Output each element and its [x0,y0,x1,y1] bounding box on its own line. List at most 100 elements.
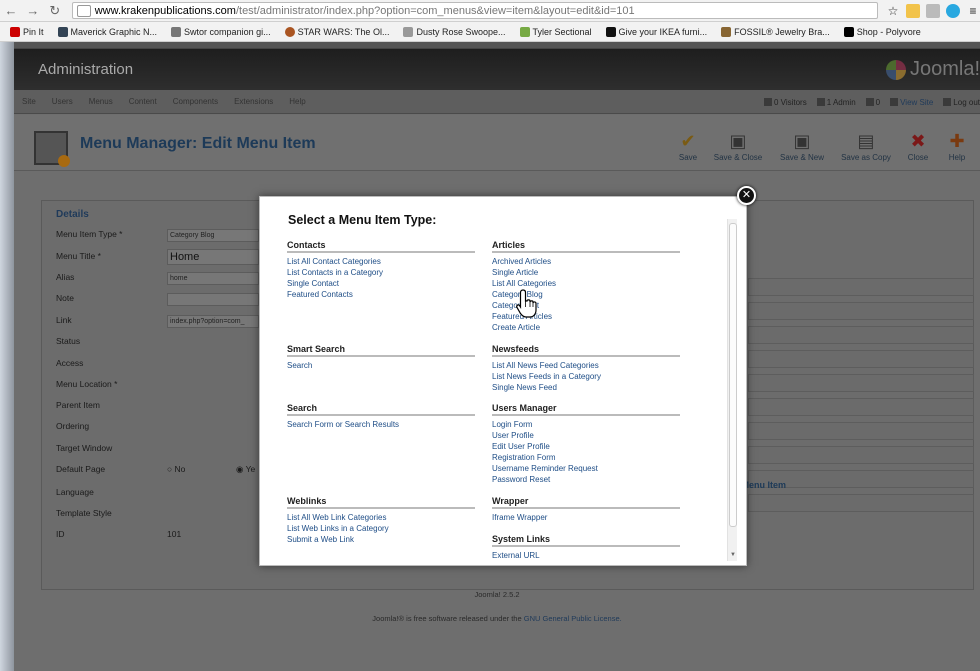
scrollbar-thumb[interactable] [729,223,737,527]
label-menu-item-type: Menu Item Type * [56,229,123,239]
view-site-link[interactable]: View Site [890,98,933,107]
forward-arrow-icon[interactable]: → [22,3,44,18]
category-newsfeeds: Newsfeeds List All News Feed Categories … [492,344,680,393]
link-list-all-contact-categories[interactable]: List All Contact Categories [287,256,475,267]
extension-icon[interactable] [926,3,941,18]
visitors-status: 0 Visitors [763,98,807,107]
right-field[interactable] [748,398,974,416]
link-password-reset[interactable]: Password Reset [492,474,680,485]
amazon-extension-icon[interactable] [906,3,921,18]
link-single-article[interactable]: Single Article [492,267,680,278]
save-close-button[interactable]: ▣ Save & Close [708,131,768,162]
link-registration-form[interactable]: Registration Form [492,452,680,463]
gpl-link[interactable]: GNU General Public License. [524,614,622,623]
link-list-all-news-feed-categories[interactable]: List All News Feed Categories [492,360,680,371]
menu-icon[interactable]: ≡ [966,4,980,18]
reload-icon[interactable]: ↻ [44,3,66,19]
link-list-all-web-link-categories[interactable]: List All Web Link Categories [287,512,475,523]
link-username-reminder-request[interactable]: Username Reminder Request [492,463,680,474]
menu-help[interactable]: Help [281,97,313,106]
bookmarks-bar: Pin It Maverick Graphic N... Swtor compa… [0,22,980,42]
menu-users[interactable]: Users [44,97,81,106]
logout-link[interactable]: Log out [943,98,980,107]
bookmark-tyler[interactable]: Tyler Sectional [519,26,592,37]
note-input[interactable] [167,293,259,306]
link-login-form[interactable]: Login Form [492,419,680,430]
bookmark-fossil[interactable]: FOSSIL® Jewelry Bra... [721,26,830,37]
category-heading: Contacts [287,240,475,253]
menu-site[interactable]: Site [14,97,44,106]
url-host: www.krakenpublications.com [94,4,236,17]
bookmark-icon [284,26,295,37]
right-field[interactable] [748,422,974,440]
bookmark-icon [171,26,182,37]
right-field[interactable] [748,494,974,512]
right-field[interactable] [748,374,974,392]
back-arrow-icon[interactable]: ← [0,3,22,18]
right-field[interactable] [748,350,974,368]
link-list-contacts-in-category[interactable]: List Contacts in a Category [287,267,475,278]
category-search: Search Search Form or Search Results [287,403,475,430]
modal-close-button[interactable]: ✕ [737,186,756,205]
link-featured-contacts[interactable]: Featured Contacts [287,289,475,300]
menu-content[interactable]: Content [121,97,165,106]
save-new-button[interactable]: ▣ Save & New [772,131,832,162]
star-icon[interactable]: ☆ [886,4,900,18]
bookmark-polyvore[interactable]: Shop - Polyvore [843,26,921,37]
link-search[interactable]: Search [287,360,475,371]
label-access: Access [56,358,84,368]
label-menu-location: Menu Location * [56,379,118,389]
link-list-web-links-in-category[interactable]: List Web Links in a Category [287,523,475,534]
url-input[interactable]: www.krakenpublications.com/test/administ… [71,2,879,19]
link-single-contact[interactable]: Single Contact [287,278,475,289]
alias-input[interactable]: home [167,272,259,285]
menu-item-type-field[interactable]: Category Blog [167,229,259,242]
messages-status[interactable]: 0 [865,98,880,107]
menu-title-input[interactable]: Home [167,249,259,265]
bookmark-dusty-rose[interactable]: Dusty Rose Swoope... [403,26,506,37]
right-field[interactable] [748,278,974,296]
right-field[interactable] [748,302,974,320]
bookmark-maverick[interactable]: Maverick Graphic N... [57,26,157,37]
skype-extension-icon[interactable] [946,3,961,18]
category-weblinks: Weblinks List All Web Link Categories Li… [287,496,475,545]
link-submit-web-link[interactable]: Submit a Web Link [287,534,475,545]
default-no-radio[interactable]: ○ No [167,464,185,474]
link-list-all-categories[interactable]: List All Categories [492,278,680,289]
link-edit-user-profile[interactable]: Edit User Profile [492,441,680,452]
menu-extensions[interactable]: Extensions [226,97,281,106]
link-user-profile[interactable]: User Profile [492,430,680,441]
bookmark-icon [721,26,732,37]
right-field[interactable] [748,326,974,344]
bookmark-icon [843,26,854,37]
bookmark-star-wars[interactable]: STAR WARS: The Ol... [284,26,389,37]
right-field[interactable] [748,446,974,464]
modal-scrollbar[interactable]: ▼ [727,219,737,561]
link-search-form[interactable]: Search Form or Search Results [287,419,475,430]
category-heading: Wrapper [492,496,680,509]
menu-manager-icon [34,131,70,167]
help-button[interactable]: ✚ Help [934,131,980,162]
link-input[interactable]: index.php?option=com_ [167,315,259,328]
scroll-down-arrow-icon[interactable]: ▼ [729,552,737,560]
category-users-manager: Users Manager Login Form User Profile Ed… [492,403,680,485]
help-icon: ✚ [949,131,965,151]
link-iframe-wrapper[interactable]: Iframe Wrapper [492,512,680,523]
joomla-logo: Joomla! [885,58,980,81]
menu-components[interactable]: Components [165,97,226,106]
label-default-page: Default Page [56,464,106,474]
link-create-article[interactable]: Create Article [492,322,680,333]
save-copy-button[interactable]: ▤ Save as Copy [836,131,896,162]
joomla-logo-icon [885,59,906,80]
link-list-news-feeds-in-category[interactable]: List News Feeds in a Category [492,371,680,382]
link-external-url[interactable]: External URL [492,550,680,561]
bookmark-swtor[interactable]: Swtor companion gi... [171,26,271,37]
footer-version: Joomla! 2.5.2 [474,590,520,599]
link-archived-articles[interactable]: Archived Articles [492,256,680,267]
bookmark-ikea[interactable]: Give your IKEA furni... [605,26,707,37]
link-single-news-feed[interactable]: Single News Feed [492,382,680,393]
menu-menus[interactable]: Menus [81,97,121,106]
default-yes-radio[interactable]: ◉ Ye [236,464,255,475]
admin-title: Administration [38,61,134,78]
bookmark-pin-it[interactable]: Pin It [10,26,44,37]
